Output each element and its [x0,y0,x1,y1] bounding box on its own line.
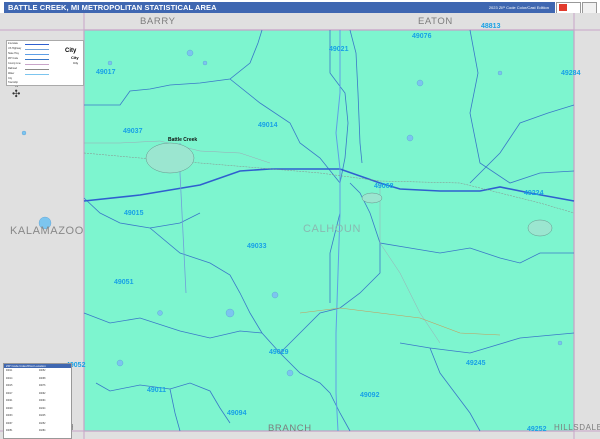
title-bar: BATTLE CREEK, MI METROPOLITAN STATISTICA… [4,2,555,13]
legend-row: ZIP Code [8,57,19,60]
zip-index-cell: 49021 [6,400,13,402]
zip-index-cell: 49224 [39,407,46,410]
legend-swatch [25,54,49,55]
legend-swatch [25,64,49,65]
zip-label[interactable]: 49015 [124,210,143,217]
zip-label[interactable]: 49284 [561,70,580,77]
zip-index-cell: 49011 [6,370,13,372]
zip-index-cell: 49068 [39,377,46,380]
zip-label[interactable]: 49094 [227,410,246,417]
legend-swatch [25,74,49,75]
legend-swatch [25,49,49,50]
legend-row: State Hwy [8,52,19,55]
legend-swatch [25,69,49,70]
county-label-kalamazoo: KALAMAZOO [10,225,84,237]
zip-label[interactable]: 49014 [258,122,277,129]
zip-index-cell: 49051 [6,430,13,432]
legend-row: City [8,77,13,80]
legend-row: Interstate [8,42,18,45]
zip-index-cell: 49092 [39,392,46,395]
legend-swatch [25,59,49,60]
zip-label[interactable]: 49029 [269,349,288,356]
compass-icon: ✣ [12,89,21,100]
zip-label[interactable]: 49076 [412,33,431,40]
legend-row: Township [8,81,18,84]
zip-index-cell: 49017 [6,392,13,395]
city-legend-sample: City [65,48,77,54]
legend-swatch [25,44,49,45]
zip-label[interactable]: 49068 [374,183,393,190]
zip-index-cell: 49252 [39,422,46,425]
zip-index-cell: 49033 [6,415,13,417]
zip-index-cell: 49076 [39,385,46,387]
zip-label[interactable]: 49017 [96,69,115,76]
county-label-barry: BARRY [140,16,176,27]
legend-row: Railroad [8,67,17,70]
map-title: BATTLE CREEK, MI METROPOLITAN STATISTICA… [8,3,217,12]
logo-mark-icon [559,4,567,11]
map-svg [0,13,600,439]
map-legend: Interstate US Highway State Hwy ZIP Code… [6,40,84,86]
zip-index-cell: 49284 [39,430,46,432]
zip-label[interactable]: 49021 [329,46,348,53]
zip-label[interactable]: 48813 [481,23,500,30]
legend-row: County Line [8,62,21,65]
zip-label[interactable]: 49033 [247,243,266,250]
battle-creek-urban-area [145,142,195,174]
zip-label[interactable]: 49011 [147,387,166,394]
zip-index-table: ZIP Code Index/Post Location 49011 49014 4… [3,363,72,439]
zip-index-cell: 49094 [39,400,46,402]
county-label-branch: BRANCH [268,423,312,434]
marshall-urban-area [361,192,383,204]
albion-urban-area [527,219,553,237]
zip-label[interactable]: 49252 [527,426,546,433]
zip-label[interactable]: 49224 [524,190,543,197]
legend-row: Water [8,72,15,75]
zip-index-cell: 49014 [6,377,13,380]
city-legend-sample-small: City [71,55,79,60]
zip-index-cell: 49037 [6,422,13,425]
zip-label[interactable]: 49092 [360,392,379,399]
zip-label[interactable]: 49245 [466,360,485,367]
map-canvas[interactable]: BARRY EATON KALAMAZOO CALHOUN BRANCH HIL… [0,13,600,439]
zip-index-header: ZIP Code Index/Post Location [4,364,71,368]
county-label-hillsdale: HILLSDALE [554,423,600,432]
zip-index-cell: 49015 [6,385,13,387]
zip-label[interactable]: 49037 [123,128,142,135]
zip-index-cell: 49245 [39,415,46,417]
city-label-battle-creek: Battle Creek [168,137,198,143]
zip-index-cell: 49029 [6,407,13,410]
city-legend-sample-tiny: City [73,61,79,65]
zip-index-cell: 49052 [39,370,46,372]
zip-label[interactable]: 49051 [114,279,133,286]
edition-label: 2023 ZIP Code Color/Cast Edition [488,5,549,10]
county-label-calhoun: CALHOUN [303,223,361,235]
county-label-eaton: EATON [418,16,453,27]
legend-row: US Highway [8,47,22,50]
